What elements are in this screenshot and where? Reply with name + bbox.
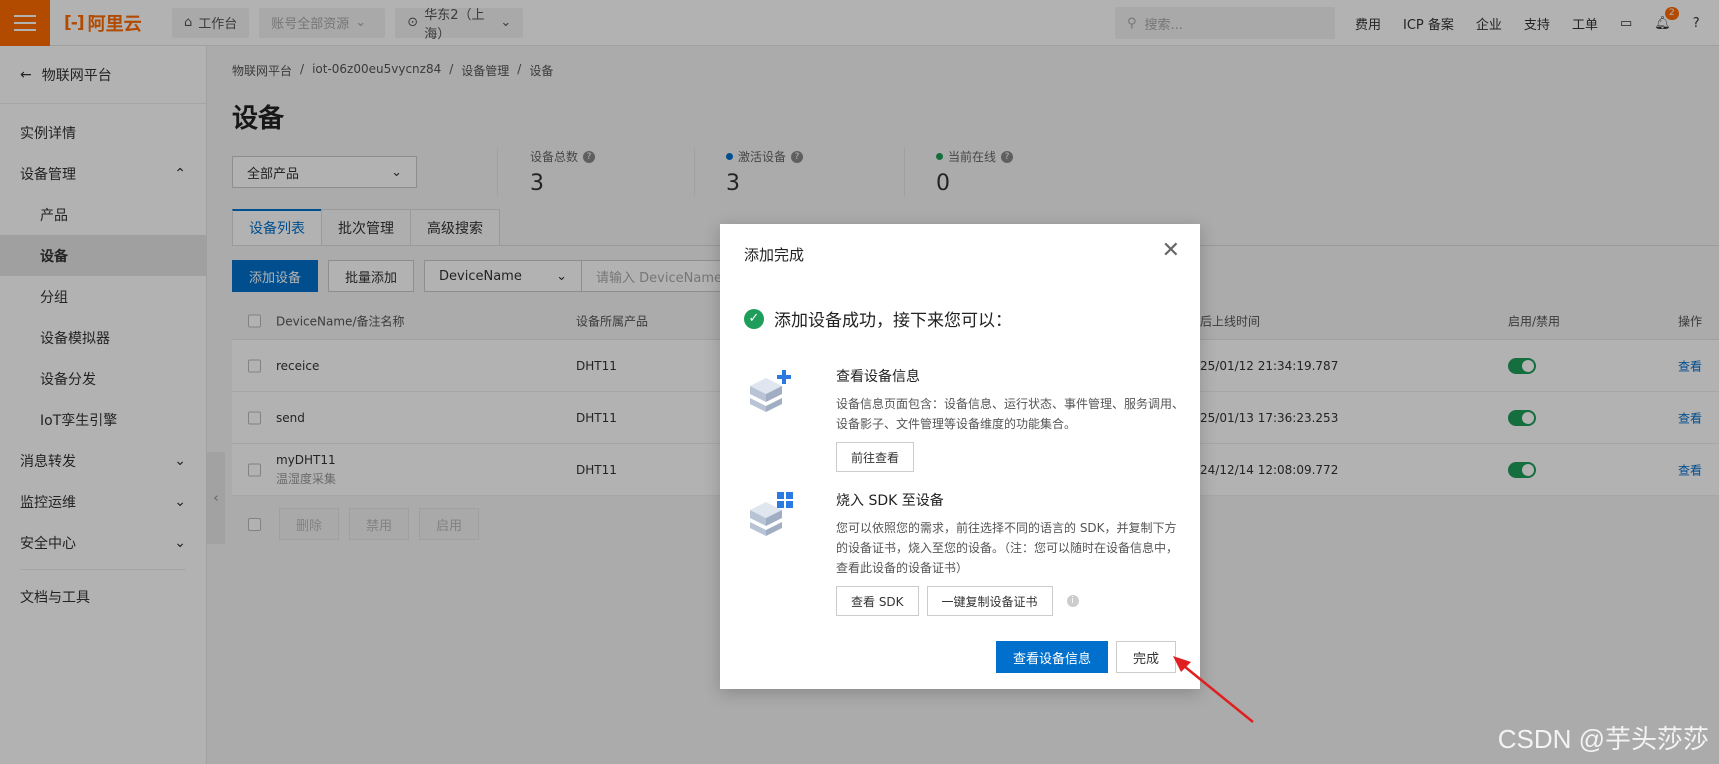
step-actions: 查看 SDK 一键复制设备证书 i <box>836 586 1186 616</box>
check-circle-icon: ✓ <box>744 308 764 329</box>
annotation-arrow-icon <box>1173 656 1254 723</box>
success-text: 添加设备成功，接下来您可以： <box>774 311 1012 331</box>
view-device-info-button[interactable]: 查看设备信息 <box>995 641 1108 673</box>
info-icon[interactable]: i <box>1066 595 1079 607</box>
watermark: CSDN @芋头莎莎 <box>1497 724 1709 754</box>
dialog-title: 添加完成 <box>744 246 805 264</box>
success-message: ✓ 添加设备成功，接下来您可以： <box>744 306 1012 331</box>
step-burn-sdk: 烧入 SDK 至设备 您可以依照您的需求，前往选择不同的语言的 SDK，并复制下… <box>744 490 1178 630</box>
step-body: 烧入 SDK 至设备 您可以依照您的需求，前往选择不同的语言的 SDK，并复制下… <box>836 490 1186 616</box>
goto-view-button[interactable]: 前往查看 <box>836 442 915 472</box>
step-actions: 前往查看 <box>836 442 1186 472</box>
dialog-footer: 查看设备信息 完成 <box>995 641 1176 673</box>
step-description: 您可以依照您的需求，前往选择不同的语言的 SDK，并复制下方的设备证书，烧入至您… <box>836 521 1179 575</box>
device-stack-plus-icon <box>750 370 791 412</box>
step-view-device: 查看设备信息 设备信息页面包含：设备信息、运行状态、事件管理、服务调用、设备影子… <box>744 366 1184 476</box>
step-title: 查看设备信息 <box>836 369 920 385</box>
close-icon[interactable]: ✕ <box>1162 240 1180 262</box>
step-title: 烧入 SDK 至设备 <box>836 493 944 509</box>
device-stack-grid-icon <box>750 492 793 536</box>
view-sdk-button[interactable]: 查看 SDK <box>836 586 919 616</box>
add-complete-dialog: 添加完成 ✕ ✓ 添加设备成功，接下来您可以： 查看设备信息 设备信息页面包含：… <box>720 224 1200 689</box>
copy-certificate-button[interactable]: 一键复制设备证书 <box>926 586 1053 616</box>
step-body: 查看设备信息 设备信息页面包含：设备信息、运行状态、事件管理、服务调用、设备影子… <box>836 366 1186 472</box>
step-description: 设备信息页面包含：设备信息、运行状态、事件管理、服务调用、设备影子、文件管理等设… <box>836 397 1185 431</box>
